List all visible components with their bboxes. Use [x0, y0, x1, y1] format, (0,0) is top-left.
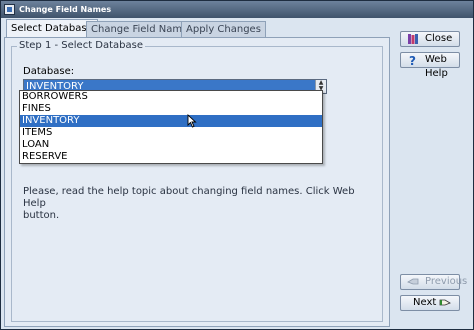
tab-panel: Step 1 - Select Database Database: INVEN… — [4, 37, 390, 327]
dropdown-option-reserve[interactable]: RESERVE — [20, 151, 322, 163]
tab-label: Change Field Names — [91, 24, 194, 35]
next-button[interactable]: Next — [400, 295, 460, 311]
step-groupbox: Step 1 - Select Database Database: INVEN… — [11, 40, 383, 322]
previous-button[interactable]: Previous — [400, 274, 467, 290]
change-field-names-window: Change Field Names Select Database Chang… — [0, 0, 474, 330]
close-label: Close — [425, 33, 453, 44]
pointing-hand-right-icon — [439, 299, 451, 306]
question-icon: ? — [409, 54, 416, 66]
tab-label: Apply Changes — [186, 24, 261, 35]
dropdown-option-loan[interactable]: LOAN — [20, 139, 322, 151]
help-text-line: Please, read the help topic about changi… — [23, 186, 355, 209]
web-help-label: Web Help — [425, 54, 448, 79]
pointing-hand-left-icon — [407, 278, 419, 285]
books-icon — [408, 34, 418, 44]
web-help-button[interactable]: ? Web Help — [400, 52, 460, 79]
tab-apply-changes[interactable]: Apply Changes — [181, 21, 266, 37]
previous-label: Previous — [425, 276, 468, 287]
database-label: Database: — [23, 66, 75, 77]
tab-select-database[interactable]: Select Database — [6, 19, 98, 38]
dropdown-option-inventory[interactable]: INVENTORY — [20, 115, 322, 127]
database-dropdown-list[interactable]: BORROWERS FINES INVENTORY ITEMS LOAN RES… — [19, 90, 323, 164]
dropdown-option-borrowers[interactable]: BORROWERS — [20, 91, 322, 103]
title-bar[interactable]: Change Field Names — [1, 1, 473, 18]
close-button[interactable]: Close — [400, 31, 460, 47]
app-icon — [4, 4, 15, 15]
next-label: Next — [413, 297, 437, 308]
window-title: Change Field Names — [19, 5, 112, 14]
svg-text:?: ? — [409, 54, 416, 66]
help-text: Please, read the help topic about changi… — [23, 186, 378, 222]
client-area: Select Database Change Field Names Apply… — [1, 18, 473, 329]
step-legend: Step 1 - Select Database — [17, 40, 146, 51]
dropdown-option-items[interactable]: ITEMS — [20, 127, 322, 139]
help-text-line: button. — [23, 210, 60, 221]
tab-label: Select Database — [11, 23, 93, 34]
dropdown-option-fines[interactable]: FINES — [20, 103, 322, 115]
